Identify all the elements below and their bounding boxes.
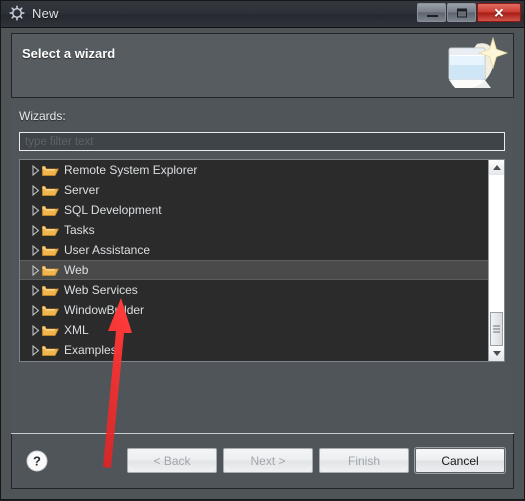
tree-item-label: WindowBuilder [64,303,145,317]
tree-item-web[interactable]: Web [20,260,489,280]
close-button[interactable]: ✕ [477,3,521,22]
tree-item-web-services[interactable]: Web Services [20,280,489,300]
help-icon[interactable]: ? [26,450,48,472]
maximize-button[interactable] [447,3,476,22]
tree-item-label: Examples [64,343,117,357]
folder-icon [42,164,59,177]
wizard-header: Select a wizard [11,33,514,98]
window-controls: ✕ [416,3,521,25]
tree-item-label: Remote System Explorer [64,163,198,177]
tree-item-label: SQL Development [64,203,162,217]
title-bar-left: New [9,5,59,21]
tree-item-label: Tasks [64,223,95,237]
cancel-button[interactable]: Cancel [415,448,505,473]
tree-item-tasks[interactable]: Tasks [20,220,489,240]
scroll-up-button[interactable] [489,160,504,175]
scroll-down-button[interactable] [489,346,504,361]
chevron-right-icon[interactable] [28,324,42,336]
back-button: < Back [127,448,217,473]
finish-button: Finish [319,448,409,473]
wizards-label: Wizards: [19,109,66,123]
chevron-right-icon[interactable] [28,344,42,356]
dialog-buttons: < Back Next > Finish Cancel [127,448,505,473]
folder-icon [42,184,59,197]
chevron-up-icon [492,165,501,170]
svg-text:?: ? [33,454,41,469]
folder-icon [42,304,59,317]
minimize-button[interactable] [417,3,446,22]
chevron-down-icon [492,351,501,356]
chevron-right-icon[interactable] [28,304,42,316]
close-icon: ✕ [493,5,505,20]
tree-item-user-assistance[interactable]: User Assistance [20,240,489,260]
tree-item-remote-system-explorer[interactable]: Remote System Explorer [20,160,489,180]
wizard-page-sparkle-icon [433,34,509,97]
grip-icon [493,324,500,335]
folder-icon [42,244,59,257]
chevron-right-icon[interactable] [28,224,42,236]
chevron-right-icon[interactable] [28,284,42,296]
tree-item-label: XML [64,323,89,337]
folder-icon [42,284,59,297]
tree-item-xml[interactable]: XML [20,320,489,340]
wizard-tree[interactable]: Remote System Explorer Server SQL Developm… [19,159,505,362]
folder-icon [42,344,59,357]
chevron-right-icon[interactable] [28,164,42,176]
dialog-footer: ? < Back Next > Finish Cancel [11,434,514,489]
filter-input[interactable]: type filter text [19,132,505,151]
page-title: Select a wizard [22,46,116,61]
chevron-right-icon[interactable] [28,204,42,216]
wizard-body: Wizards: type filter text Remote System … [11,99,514,433]
chevron-right-icon[interactable] [28,244,42,256]
tree-item-label: User Assistance [64,243,151,257]
tree-item-server[interactable]: Server [20,180,489,200]
window-title: New [32,5,59,21]
minimize-icon [427,15,438,17]
tree-vertical-scrollbar[interactable] [488,160,504,361]
filter-placeholder: type filter text [25,135,94,148]
tree-item-label: Web Services [64,283,138,297]
chevron-right-icon[interactable] [28,264,42,276]
chevron-right-icon[interactable] [28,184,42,196]
folder-icon [42,224,59,237]
wizard-tree-rows: Remote System Explorer Server SQL Developm… [20,160,489,360]
gear-icon [9,5,25,21]
folder-icon [42,264,59,277]
scrollbar-thumb[interactable] [490,312,503,346]
tree-item-label: Server [64,183,100,197]
new-wizard-dialog: New ✕ Select a wizard Wizards: type filt… [0,0,525,500]
restore-icon [456,8,467,17]
tree-item-examples[interactable]: Examples [20,340,489,360]
folder-icon [42,204,59,217]
tree-item-label: Web [64,263,89,277]
next-button: Next > [223,448,313,473]
folder-icon [42,324,59,337]
title-bar[interactable]: New ✕ [1,1,524,28]
tree-item-windowbuilder[interactable]: WindowBuilder [20,300,489,320]
tree-item-sql-development[interactable]: SQL Development [20,200,489,220]
